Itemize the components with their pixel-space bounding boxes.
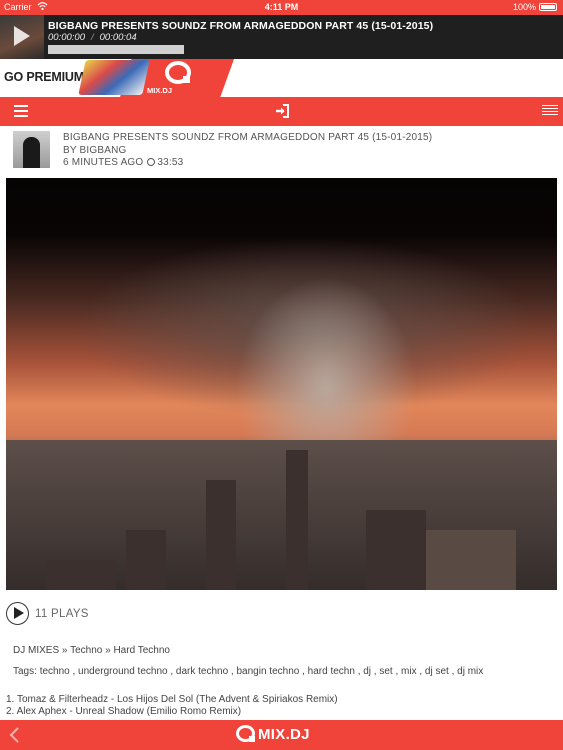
- play-mix-button[interactable]: [6, 602, 29, 625]
- time-separator: /: [90, 32, 94, 43]
- play-count: 11 PLAYS: [35, 608, 89, 620]
- nav-bar: [0, 97, 563, 126]
- status-bar: Carrier 4:11 PM 100%: [0, 0, 563, 15]
- artist-avatar[interactable]: [13, 131, 50, 168]
- elapsed-time: 00:00:00: [48, 32, 85, 43]
- clock-icon: [147, 158, 156, 166]
- mix-artwork[interactable]: [6, 178, 557, 590]
- total-duration: 00:00:04: [99, 32, 137, 43]
- list-item: 1. Tomaz & Filterheadz - Los Hijos Del S…: [6, 694, 338, 705]
- bottom-bar: MIX.DJ: [0, 720, 563, 750]
- mix-header: BIGBANG PRESENTS SOUNDZ FROM ARMAGEDDON …: [13, 131, 553, 169]
- premium-banner[interactable]: GO PREMIUM MIX.DJ: [0, 59, 563, 97]
- tags-line: Tags: techno , underground techno , dark…: [13, 666, 483, 677]
- playback-progress-bar[interactable]: [48, 45, 184, 54]
- now-playing-thumbnail[interactable]: [0, 15, 44, 59]
- tags-list[interactable]: techno , underground techno , dark techn…: [40, 666, 484, 677]
- go-premium-label[interactable]: GO PREMIUM: [4, 70, 84, 84]
- mix-length: 33:53: [157, 157, 184, 168]
- mix-info: BIGBANG PRESENTS SOUNDZ FROM ARMAGEDDON …: [63, 132, 432, 170]
- mixdj-logo-icon: [236, 725, 255, 742]
- breadcrumb-hard-techno[interactable]: Hard Techno: [113, 645, 170, 656]
- list-icon[interactable]: [542, 105, 558, 117]
- banner-logo-text: MIX.DJ: [147, 86, 173, 95]
- breadcrumb: DJ MIXES » Techno » Hard Techno: [13, 645, 170, 656]
- battery-icon: [539, 3, 557, 11]
- by-prefix: BY: [63, 144, 80, 156]
- list-item: 2. Alex Aphex - Unreal Shadow (Emilio Ro…: [6, 706, 242, 717]
- now-playing-title: BIGBANG PRESENTS SOUNDZ FROM ARMAGEDDON …: [48, 20, 434, 32]
- mix-title: BIGBANG PRESENTS SOUNDZ FROM ARMAGEDDON …: [63, 132, 433, 143]
- posted-time: 6 MINUTES AGO: [63, 157, 144, 168]
- tracklist: 1. Tomaz & Filterheadz - Los Hijos Del S…: [6, 694, 338, 718]
- artist-link[interactable]: BIGBANG: [80, 145, 127, 156]
- playback-time: 00:00:00 / 00:00:04: [48, 32, 137, 43]
- mixdj-logo-icon: [165, 61, 191, 84]
- now-playing-bar: BIGBANG PRESENTS SOUNDZ FROM ARMAGEDDON …: [0, 15, 563, 59]
- breadcrumb-dj-mixes[interactable]: DJ MIXES: [13, 645, 59, 656]
- battery-percent: 100%: [512, 2, 536, 12]
- play-icon[interactable]: [14, 26, 30, 46]
- hamburger-menu-icon[interactable]: [14, 105, 28, 117]
- breadcrumb-techno[interactable]: Techno: [70, 645, 102, 656]
- back-arrow-icon[interactable]: [8, 727, 20, 743]
- clock-time: 4:11 PM: [264, 2, 299, 12]
- login-icon[interactable]: [274, 103, 290, 119]
- tags-label: Tags:: [13, 666, 37, 677]
- bottom-logo-text: MIX.DJ: [258, 726, 310, 743]
- banner-artwork: [78, 60, 150, 95]
